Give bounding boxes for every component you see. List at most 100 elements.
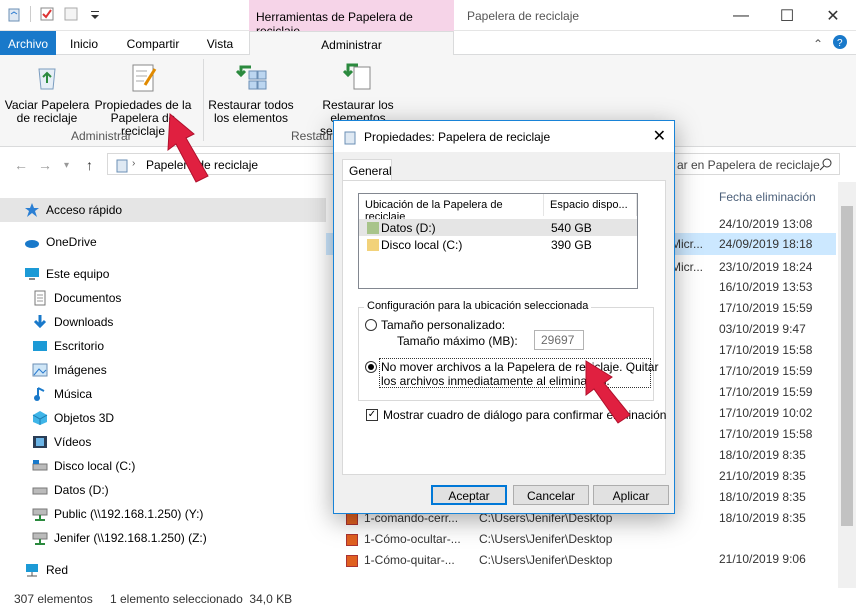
date-cell: 17/10/2019 15:58 [719, 427, 813, 441]
tab-compartir[interactable]: Compartir [120, 31, 186, 55]
nav-item-objetos-3d[interactable]: Objetos 3D [0, 406, 326, 430]
nav-item-jenifer-z[interactable]: Jenifer (\\192.168.1.250) (Z:) [0, 526, 326, 550]
item-count: 307 elementos [14, 592, 93, 606]
location-row-datos[interactable]: Datos (D:) 540 GB [359, 219, 637, 236]
confirm-dialog-checkbox[interactable]: ✓ [366, 409, 378, 421]
help-icon[interactable]: ? [830, 31, 850, 55]
nav-item-datos-d[interactable]: Datos (D:) [0, 478, 326, 502]
recycle-bin-icon [342, 129, 358, 148]
breadcrumb-chevron-icon: › [132, 158, 136, 169]
new-folder-icon[interactable] [63, 6, 79, 22]
tab-general[interactable]: General [342, 159, 392, 181]
search-icon[interactable] [819, 157, 833, 174]
dialog-close-button[interactable]: ✕ [653, 126, 666, 146]
music-icon [32, 386, 48, 402]
ribbon-tab-bar: Archivo Inicio Compartir Vista Administr… [0, 31, 856, 56]
max-size-input[interactable]: 29697 [534, 330, 584, 350]
network-drive-icon [32, 530, 48, 546]
restore-all-icon [235, 61, 267, 93]
close-window-button[interactable]: ✕ [810, 0, 856, 31]
restore-all-button[interactable]: Restaurar todos los elementos [207, 61, 295, 125]
recycle-bin-icon[interactable] [6, 6, 22, 22]
nav-item-red[interactable]: Red [0, 558, 326, 582]
tab-vista[interactable]: Vista [198, 31, 242, 55]
video-icon [32, 434, 48, 450]
back-icon[interactable]: ← [14, 157, 28, 173]
svg-text:?: ? [837, 38, 843, 49]
network-icon [24, 562, 40, 578]
custom-size-radio[interactable] [365, 319, 377, 331]
tab-inicio[interactable]: Inicio [62, 31, 106, 55]
scrollbar-thumb[interactable] [841, 206, 853, 526]
annotation-arrow-icon [167, 112, 209, 183]
recent-locations-icon[interactable]: ▾ [64, 160, 69, 171]
drive-icon [367, 222, 379, 234]
download-icon [32, 314, 48, 330]
empty-recycle-bin-button[interactable]: Vaciar Papelera de reciclaje [4, 61, 90, 125]
navigation-pane: Acceso rápido OneDrive Este equipo Docum… [0, 190, 326, 588]
nav-item-este-equipo[interactable]: Este equipo [0, 262, 326, 286]
apply-button[interactable]: Aplicar [593, 485, 669, 505]
image-file-icon [346, 554, 358, 567]
minimize-button[interactable]: — [718, 0, 764, 31]
nav-item-imagenes[interactable]: Imágenes [0, 358, 326, 382]
file-row[interactable]: 1-Cómo-quitar-... C:\Users\Jenifer\Deskt… [346, 553, 612, 567]
up-icon[interactable]: ↑ [86, 157, 93, 173]
column-header-location[interactable]: Ubicación de la Papelera de reciclaje [359, 194, 544, 223]
search-input[interactable]: ar en Papelera de reciclaje [660, 153, 840, 175]
ok-button[interactable]: Aceptar [431, 485, 507, 505]
pictures-icon [32, 362, 48, 378]
drive-icon [32, 482, 48, 498]
groupbox-title: Configuración para la ubicación seleccio… [364, 300, 592, 312]
collapse-ribbon-icon[interactable]: ⌃ [808, 31, 828, 55]
nav-item-disco-local-c[interactable]: Disco local (C:) [0, 454, 326, 478]
recycle-bin-icon [114, 157, 130, 176]
date-cell: 18/10/2019 8:35 [719, 511, 806, 525]
vertical-scrollbar[interactable] [838, 182, 856, 588]
date-cell: 23/10/2019 18:24 [719, 260, 813, 274]
date-cell: 24/09/2019 18:18 [719, 237, 813, 251]
maximize-button[interactable]: ☐ [764, 0, 810, 31]
column-header-fecha-eliminacion[interactable]: Fecha eliminación [719, 190, 816, 204]
no-move-radio[interactable] [365, 361, 377, 373]
date-cell: 18/10/2019 8:35 [719, 490, 806, 504]
context-tab-title: Herramientas de Papelera de reciclaje [249, 0, 454, 38]
date-cell: 17/10/2019 15:59 [719, 364, 813, 378]
cube-icon [32, 410, 48, 426]
nav-item-onedrive[interactable]: OneDrive [0, 230, 326, 254]
qat-dropdown-icon[interactable] [87, 6, 103, 22]
nav-item-documentos[interactable]: Documentos [0, 286, 326, 310]
cloud-icon [24, 234, 40, 250]
tab-administrar[interactable]: Administrar [249, 31, 454, 56]
documents-icon [32, 290, 48, 306]
nav-item-escritorio[interactable]: Escritorio [0, 334, 326, 358]
restore-selected-icon [342, 61, 374, 93]
nav-item-public-y[interactable]: Public (\\192.168.1.250) (Y:) [0, 502, 326, 526]
cancel-button[interactable]: Cancelar [513, 485, 589, 505]
date-cell: 17/10/2019 15:59 [719, 301, 813, 315]
date-cell: 21/10/2019 8:35 [719, 469, 806, 483]
location-row-disco-local[interactable]: Disco local (C:) 390 GB [359, 236, 637, 253]
star-icon [24, 202, 40, 218]
file-row[interactable]: 1-Cómo-ocultar-... C:\Users\Jenifer\Desk… [346, 532, 612, 546]
date-cell: 21/10/2019 9:06 [719, 552, 806, 566]
properties-icon [127, 61, 159, 93]
date-cell: 18/10/2019 8:35 [719, 448, 806, 462]
nav-item-downloads[interactable]: Downloads [0, 310, 326, 334]
nav-item-acceso-rapido[interactable]: Acceso rápido [0, 198, 326, 222]
date-cell: 03/10/2019 9:47 [719, 322, 806, 336]
nav-item-musica[interactable]: Música [0, 382, 326, 406]
computer-icon [24, 266, 40, 282]
properties-dialog: Propiedades: Papelera de reciclaje ✕ Gen… [333, 120, 675, 514]
drive-icon [32, 458, 48, 474]
location-list[interactable]: Ubicación de la Papelera de reciclaje Es… [358, 193, 638, 289]
nav-item-videos[interactable]: Vídeos [0, 430, 326, 454]
column-header-space[interactable]: Espacio dispo... [544, 194, 637, 216]
max-size-label: Tamaño máximo (MB): [397, 334, 518, 348]
forward-icon[interactable]: → [38, 157, 52, 173]
image-file-icon [346, 512, 358, 525]
properties-check-icon[interactable] [39, 6, 55, 22]
drive-icon [367, 239, 379, 251]
date-cell: 24/10/2019 13:08 [719, 217, 813, 231]
tab-archivo[interactable]: Archivo [0, 31, 56, 55]
